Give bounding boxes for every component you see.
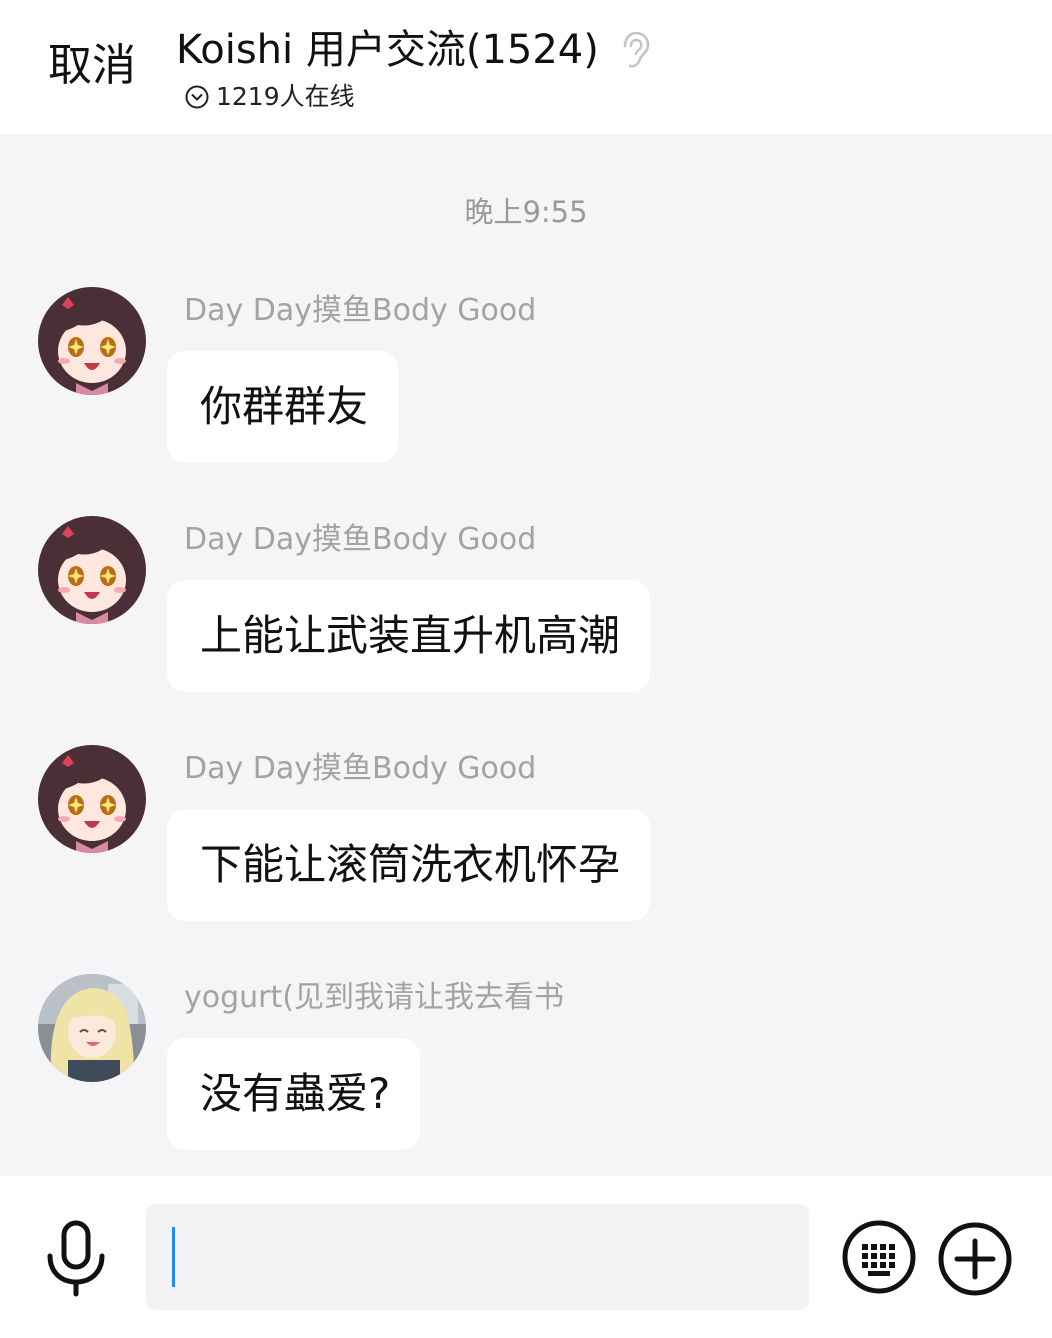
avatar[interactable] <box>38 516 146 624</box>
chevron-circle-icon <box>185 85 209 109</box>
cancel-button[interactable]: 取消 <box>48 38 136 94</box>
sender-name[interactable]: Day Day摸鱼Body Good <box>184 520 536 560</box>
keyboard-icon <box>842 1220 916 1294</box>
message-item: Day Day摸鱼Body Good 你群群友 <box>0 287 1052 487</box>
microphone-icon <box>47 1220 105 1297</box>
message-item: yogurt(见到我请让我去看书 没有蟲爱? <box>0 974 1052 1174</box>
online-status[interactable]: 1219人在线 <box>184 80 355 114</box>
message-input[interactable] <box>146 1204 809 1310</box>
avatar[interactable] <box>38 974 146 1082</box>
message-bubble[interactable]: 上能让武装直升机高潮 <box>167 580 651 692</box>
avatar[interactable] <box>38 745 146 853</box>
avatar[interactable] <box>38 287 146 395</box>
text-caret <box>172 1227 175 1287</box>
message-bubble[interactable]: 你群群友 <box>167 351 399 463</box>
sender-name[interactable]: Day Day摸鱼Body Good <box>184 291 536 331</box>
sender-name[interactable]: Day Day摸鱼Body Good <box>184 749 536 789</box>
message-bubble[interactable]: 下能让滚筒洗衣机怀孕 <box>167 809 651 921</box>
voice-button[interactable] <box>40 1220 112 1298</box>
group-title[interactable]: Koishi 用户交流(1524) <box>176 24 599 76</box>
sender-name[interactable]: yogurt(见到我请让我去看书 <box>184 978 564 1018</box>
ear-icon[interactable] <box>617 30 651 70</box>
more-button[interactable] <box>938 1222 1012 1296</box>
message-timestamp: 晚上9:55 <box>464 195 588 229</box>
online-count: 1219人在线 <box>216 82 355 111</box>
message-item: Day Day摸鱼Body Good 上能让武装直升机高潮 <box>0 516 1052 716</box>
message-bubble[interactable]: 没有蟲爱? <box>167 1038 421 1150</box>
chat-header: 取消 Koishi 用户交流(1524) 1219人在线 <box>0 0 1052 134</box>
plus-circle-icon <box>938 1222 1012 1296</box>
input-bar <box>0 1176 1052 1338</box>
keyboard-button[interactable] <box>842 1220 916 1294</box>
title-row: Koishi 用户交流(1524) <box>176 22 651 78</box>
message-item: Day Day摸鱼Body Good 下能让滚筒洗衣机怀孕 <box>0 745 1052 945</box>
